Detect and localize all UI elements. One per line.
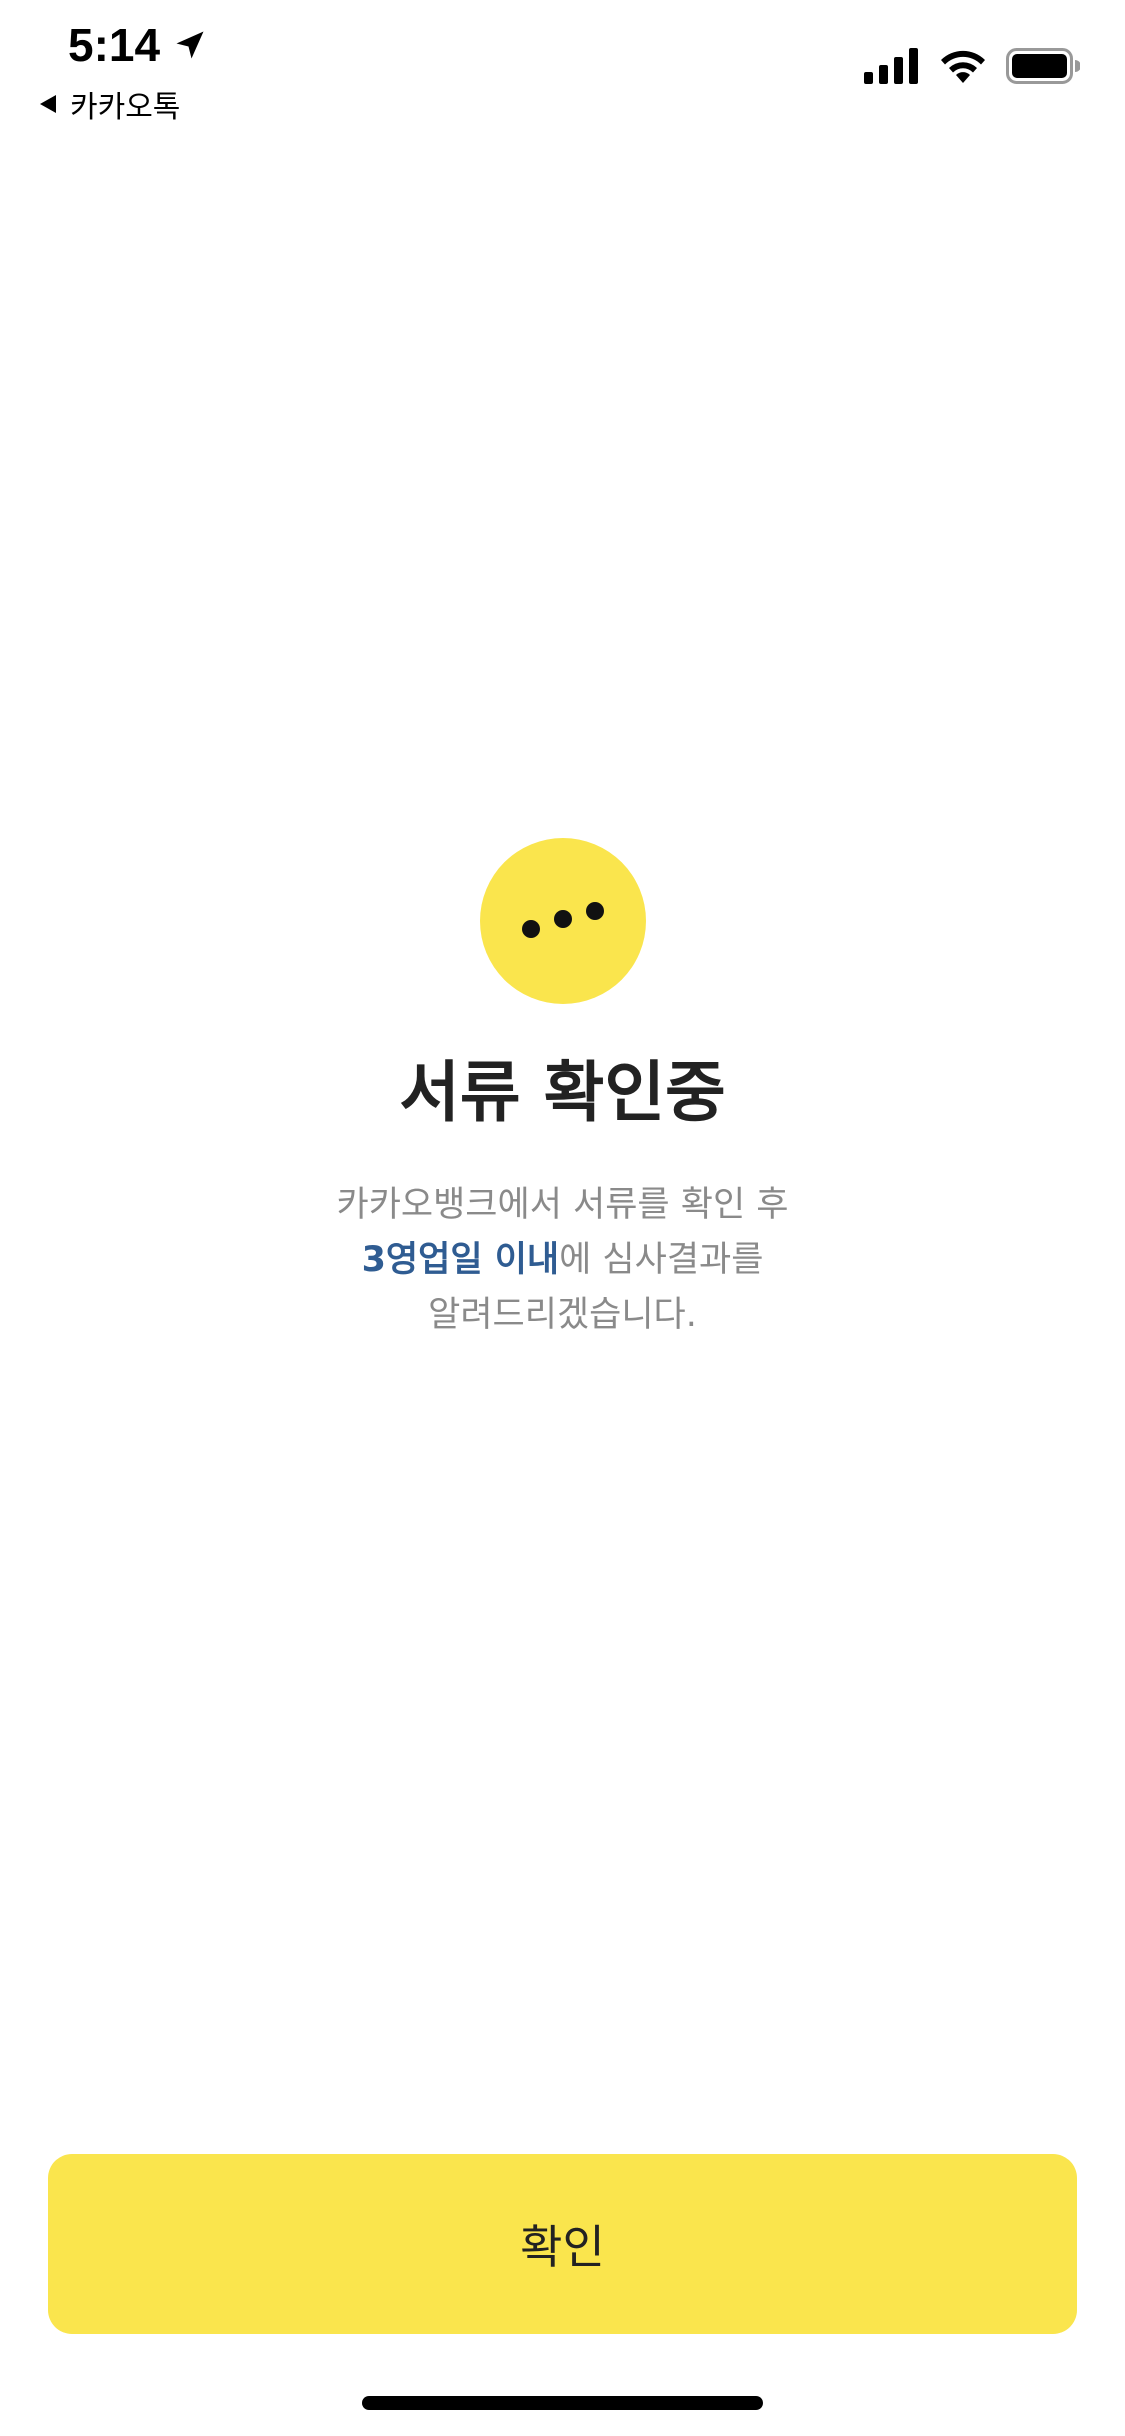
description-line-3: 알려드리겠습니다. (428, 1295, 697, 1335)
status-icons (864, 48, 1080, 84)
screen: 5:14 카카오톡 서류 확인중 카카오뱅크에서 서류를 확인 후 3영업일 이… (0, 0, 1125, 2436)
ellipsis-icon (480, 838, 646, 1004)
dot (554, 910, 572, 928)
back-to-app-button[interactable]: 카카오톡 (38, 82, 180, 126)
dot (522, 920, 540, 938)
dot (586, 902, 604, 920)
back-app-label: 카카오톡 (70, 90, 181, 125)
wifi-icon (938, 48, 988, 84)
location-arrow-icon (172, 27, 208, 63)
cellular-signal-icon (864, 48, 920, 84)
home-indicator (362, 2396, 763, 2410)
description-line-2-rest: 에 심사결과를 (559, 1240, 764, 1280)
battery-icon (1006, 48, 1080, 84)
description-line-1: 카카오뱅크에서 서류를 확인 후 (336, 1185, 789, 1225)
confirm-button-label: 확인 (520, 2220, 605, 2274)
clock: 5:14 (68, 19, 161, 71)
status-time: 5:14 (68, 18, 208, 72)
description-line-2: 3영업일 이내에 심사결과를 (0, 1233, 1125, 1288)
back-triangle-icon (38, 93, 58, 115)
page-title: 서류 확인중 (399, 1054, 726, 1131)
status-description: 카카오뱅크에서 서류를 확인 후 3영업일 이내에 심사결과를 알려드리겠습니다… (0, 1178, 1125, 1343)
business-days-highlight: 3영업일 이내 (361, 1240, 560, 1280)
confirm-button[interactable]: 확인 (48, 2154, 1077, 2334)
